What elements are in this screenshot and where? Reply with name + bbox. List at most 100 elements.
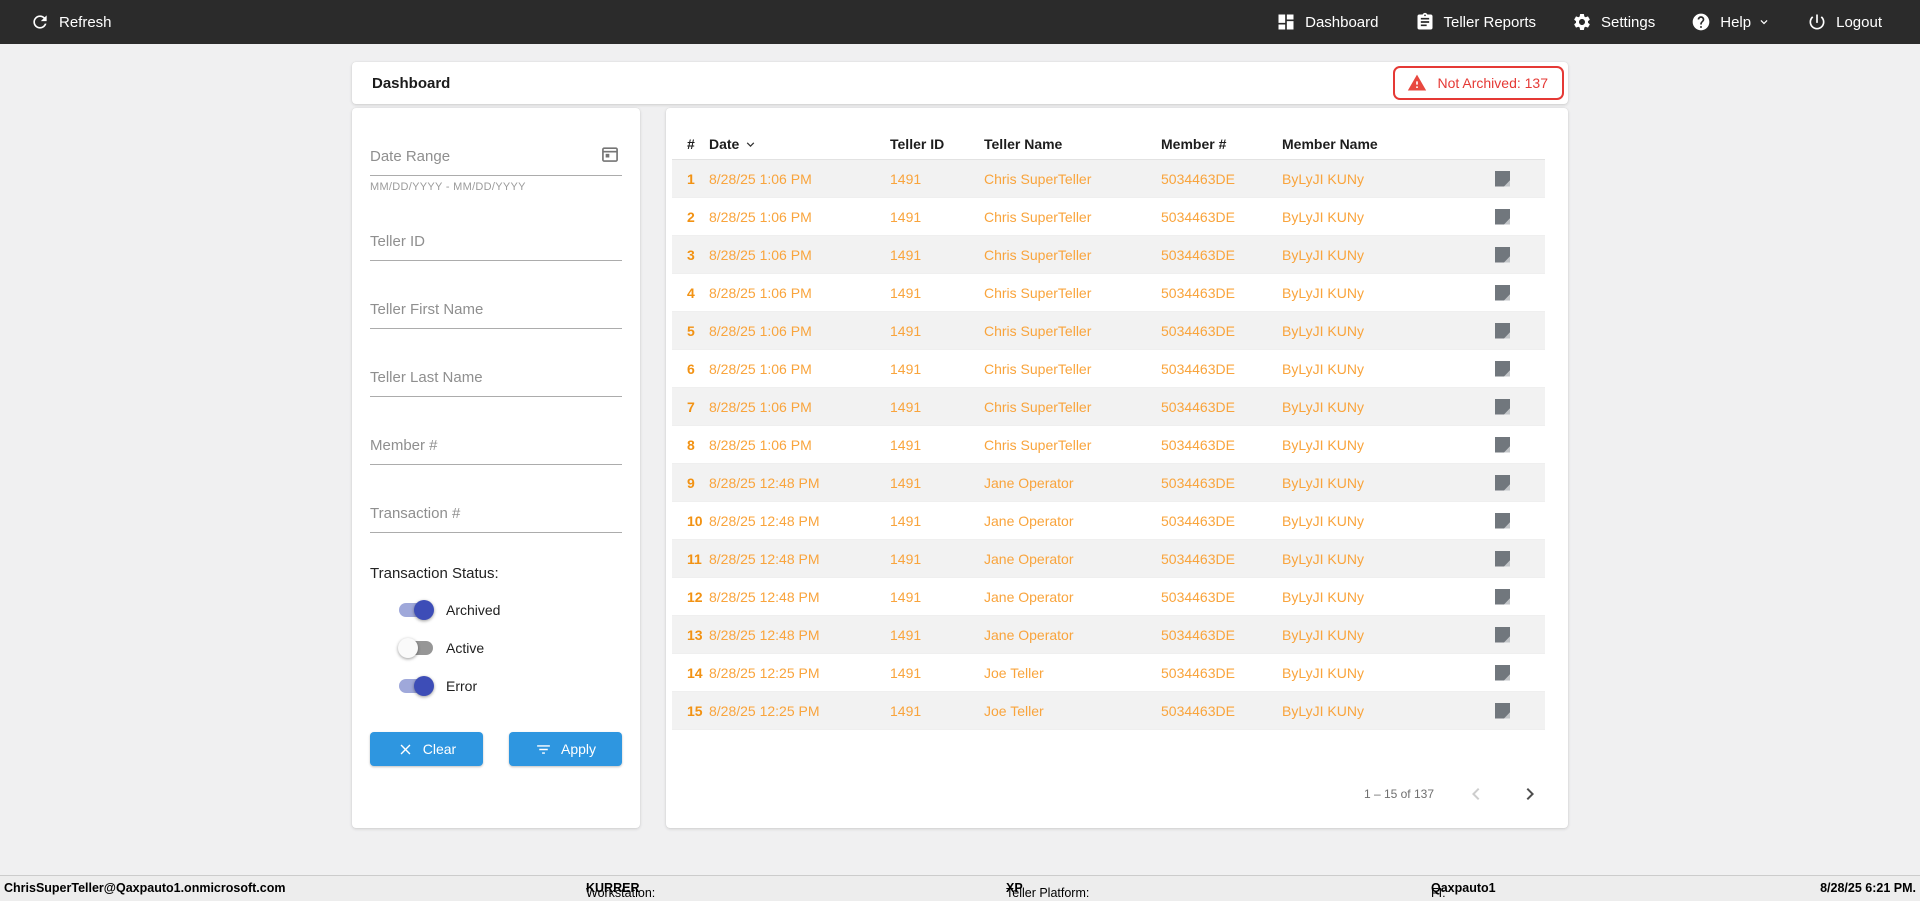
nav-settings[interactable]: Settings: [1572, 12, 1655, 32]
nav-help[interactable]: Help: [1691, 12, 1771, 32]
apply-button[interactable]: Apply: [509, 732, 622, 766]
col-teller-id[interactable]: Teller ID: [890, 136, 984, 152]
teller-last-name-input[interactable]: [370, 365, 622, 397]
row-member-number: 5034463DE: [1161, 284, 1235, 301]
table-row[interactable]: 10 8/28/25 12:48 PM 1491 Jane Operator 5…: [672, 502, 1545, 540]
row-teller-id: 1491: [890, 436, 922, 453]
filter-buttons: Clear Apply: [370, 732, 622, 766]
row-date: 8/28/25 1:06 PM: [709, 398, 812, 415]
not-archived-label: Not Archived: 137: [1437, 75, 1548, 91]
table-row[interactable]: 7 8/28/25 1:06 PM 1491 Chris SuperTeller…: [672, 388, 1545, 426]
chevron-right-icon: [1526, 788, 1534, 800]
row-teller-id: 1491: [890, 474, 922, 491]
note-icon[interactable]: [1495, 664, 1510, 681]
note-icon[interactable]: [1495, 626, 1510, 643]
not-archived-badge[interactable]: Not Archived: 137: [1393, 66, 1564, 100]
table-row[interactable]: 1 8/28/25 1:06 PM 1491 Chris SuperTeller…: [672, 160, 1545, 198]
col-member-name[interactable]: Member Name: [1282, 136, 1477, 152]
row-number: 9: [687, 474, 695, 491]
note-icon[interactable]: [1495, 474, 1510, 491]
table-row[interactable]: 14 8/28/25 12:25 PM 1491 Joe Teller 5034…: [672, 654, 1545, 692]
note-icon[interactable]: [1495, 284, 1510, 301]
refresh-button[interactable]: Refresh: [30, 12, 112, 32]
col-teller-name[interactable]: Teller Name: [984, 136, 1161, 152]
row-teller-name: Jane Operator: [984, 474, 1074, 491]
nav-right: Dashboard Teller Reports Settings Help L…: [1276, 12, 1882, 32]
nav-logout[interactable]: Logout: [1807, 12, 1882, 32]
table-row[interactable]: 15 8/28/25 12:25 PM 1491 Joe Teller 5034…: [672, 692, 1545, 730]
row-teller-name: Jane Operator: [984, 512, 1074, 529]
note-icon[interactable]: [1495, 702, 1510, 719]
table-row[interactable]: 2 8/28/25 1:06 PM 1491 Chris SuperTeller…: [672, 198, 1545, 236]
note-icon[interactable]: [1495, 512, 1510, 529]
nav-teller-reports[interactable]: Teller Reports: [1415, 12, 1536, 32]
date-range-input[interactable]: [370, 144, 622, 176]
previous-page-button[interactable]: [1464, 782, 1488, 806]
col-number[interactable]: #: [672, 136, 709, 152]
row-date: 8/28/25 12:25 PM: [709, 664, 820, 681]
status-toggle[interactable]: [398, 676, 434, 696]
table-row[interactable]: 11 8/28/25 12:48 PM 1491 Jane Operator 5…: [672, 540, 1545, 578]
row-teller-id: 1491: [890, 170, 922, 187]
table-row[interactable]: 6 8/28/25 1:06 PM 1491 Chris SuperTeller…: [672, 350, 1545, 388]
row-teller-name: Chris SuperTeller: [984, 322, 1092, 339]
row-date: 8/28/25 1:06 PM: [709, 360, 812, 377]
member-number-input[interactable]: [370, 433, 622, 465]
note-icon[interactable]: [1495, 360, 1510, 377]
teller-id-input[interactable]: [370, 229, 622, 261]
note-icon[interactable]: [1495, 322, 1510, 339]
row-member-number: 5034463DE: [1161, 702, 1235, 719]
next-page-button[interactable]: [1518, 782, 1542, 806]
row-member-number: 5034463DE: [1161, 398, 1235, 415]
toggle-row-active: Active: [398, 638, 622, 658]
row-number: 7: [687, 398, 695, 415]
col-member-number[interactable]: Member #: [1161, 136, 1282, 152]
row-member-name: ByLyJI KUNy: [1282, 626, 1364, 643]
transaction-number-input[interactable]: [370, 501, 622, 533]
row-teller-id: 1491: [890, 550, 922, 567]
table-row[interactable]: 5 8/28/25 1:06 PM 1491 Chris SuperTeller…: [672, 312, 1545, 350]
row-member-name: ByLyJI KUNy: [1282, 208, 1364, 225]
nav-dashboard[interactable]: Dashboard: [1276, 12, 1379, 32]
row-number: 4: [687, 284, 695, 301]
row-teller-name: Jane Operator: [984, 550, 1074, 567]
status-toggle[interactable]: [398, 638, 434, 658]
row-number: 2: [687, 208, 695, 225]
row-date: 8/28/25 1:06 PM: [709, 322, 812, 339]
row-member-number: 5034463DE: [1161, 664, 1235, 681]
note-icon[interactable]: [1495, 550, 1510, 567]
note-icon[interactable]: [1495, 588, 1510, 605]
calendar-icon[interactable]: [600, 144, 622, 166]
table-row[interactable]: 13 8/28/25 12:48 PM 1491 Jane Operator 5…: [672, 616, 1545, 654]
teller-first-name-input[interactable]: [370, 297, 622, 329]
filter-icon: [537, 744, 550, 754]
dashboard-icon: [1278, 14, 1294, 30]
nav-dashboard-label: Dashboard: [1305, 13, 1379, 31]
row-member-name: ByLyJI KUNy: [1282, 284, 1364, 301]
note-icon[interactable]: [1495, 208, 1510, 225]
row-member-name: ByLyJI KUNy: [1282, 512, 1364, 529]
clear-button[interactable]: Clear: [370, 732, 483, 766]
row-member-number: 5034463DE: [1161, 588, 1235, 605]
sort-desc-icon: [747, 141, 755, 147]
page-title: Dashboard: [372, 74, 451, 92]
col-date[interactable]: Date: [709, 136, 890, 152]
status-toggle[interactable]: [398, 600, 434, 620]
toggle-label-active: Active: [446, 640, 485, 656]
date-range-field: MM/DD/YYYY - MM/DD/YYYY: [370, 144, 622, 193]
row-teller-name: Chris SuperTeller: [984, 246, 1092, 263]
note-icon[interactable]: [1495, 398, 1510, 415]
table-row[interactable]: 4 8/28/25 1:06 PM 1491 Chris SuperTeller…: [672, 274, 1545, 312]
row-date: 8/28/25 12:25 PM: [709, 702, 820, 719]
note-icon[interactable]: [1495, 436, 1510, 453]
table-row[interactable]: 12 8/28/25 12:48 PM 1491 Jane Operator 5…: [672, 578, 1545, 616]
note-icon[interactable]: [1495, 170, 1510, 187]
table-header: # Date Teller ID Teller Name Member # Me…: [672, 128, 1545, 160]
note-icon[interactable]: [1495, 246, 1510, 263]
table-row[interactable]: 8 8/28/25 1:06 PM 1491 Chris SuperTeller…: [672, 426, 1545, 464]
row-teller-name: Joe Teller: [984, 664, 1044, 681]
table-row[interactable]: 9 8/28/25 12:48 PM 1491 Jane Operator 50…: [672, 464, 1545, 502]
table-row[interactable]: 3 8/28/25 1:06 PM 1491 Chris SuperTeller…: [672, 236, 1545, 274]
row-member-number: 5034463DE: [1161, 626, 1235, 643]
row-teller-name: Chris SuperTeller: [984, 398, 1092, 415]
